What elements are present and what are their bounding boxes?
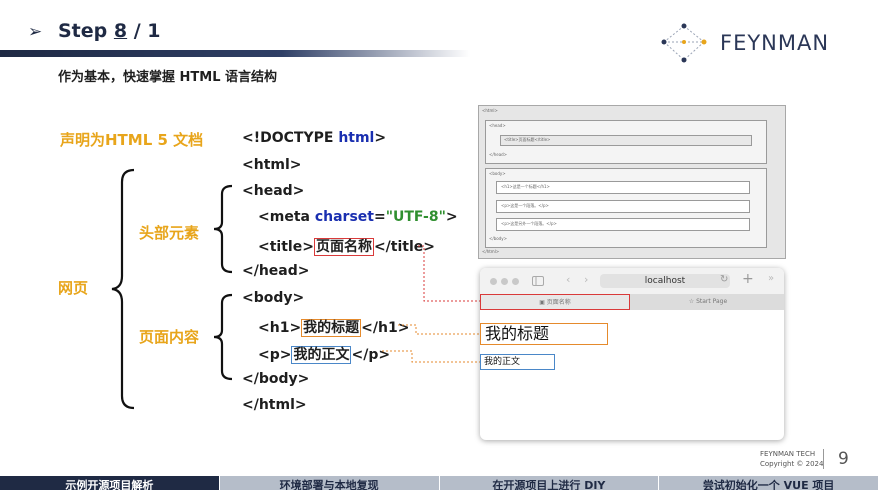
window-close-icon[interactable] [490, 278, 497, 285]
window-minimize-icon[interactable] [501, 278, 508, 285]
tab-page-title[interactable]: ▣ 页面名称 [480, 294, 630, 310]
mini-p1-box: <p>这是一个段落。</p> [496, 200, 750, 213]
mini-head: <head> [489, 123, 506, 128]
section-nav: 示例开源项目解析 环境部署与本地复现 在开源项目上进行 DIY 尝试初始化一个 … [0, 476, 879, 490]
mini-html: <html> [482, 108, 498, 113]
mini-title: <title>页面标题</title> [504, 137, 551, 142]
mini-html-end: </html> [482, 249, 500, 254]
tab-label: 页面名称 [546, 299, 571, 306]
nav-item-deploy[interactable]: 环境部署与本地复现 [219, 476, 440, 490]
sidebar-icon[interactable] [532, 276, 544, 286]
nav-item-vue[interactable]: 尝试初始化一个 VUE 项目 [659, 476, 879, 490]
nav-item-open-source[interactable]: 示例开源项目解析 [0, 476, 220, 490]
browser-window: ‹ › localhost ↻ + » ▣ 页面名称 ☆ Start Page … [480, 268, 784, 440]
footer-divider [823, 449, 824, 469]
tab-strip: ▣ 页面名称 ☆ Start Page [480, 294, 784, 310]
dom-structure-preview: <html> <head> <title>页面标题</title> </head… [478, 105, 786, 259]
reload-icon[interactable]: ↻ [720, 274, 728, 285]
mini-h1: <h1>这是一个标题</h1> [501, 184, 550, 189]
page-number: 9 [838, 449, 849, 469]
mini-h1-box: <h1>这是一个标题</h1> [496, 181, 750, 194]
mini-p2: <p>这是另外一个段落。</p> [501, 221, 557, 226]
tab-label: Start Page [696, 298, 728, 305]
forward-icon[interactable]: › [584, 273, 588, 286]
mini-body-box: <body> <h1>这是一个标题</h1> <p>这是一个段落。</p> <p… [485, 168, 767, 248]
nav-item-diy[interactable]: 在开源项目上进行 DIY [439, 476, 660, 490]
mini-body-end: </body> [489, 236, 507, 241]
mini-body: <body> [489, 171, 506, 176]
rendered-h1: 我的标题 [480, 323, 608, 345]
more-tabs-icon[interactable]: » [768, 273, 774, 284]
footer-company: FEYNMAN TECH [760, 450, 816, 458]
mini-p2-box: <p>这是另外一个段落。</p> [496, 218, 750, 231]
browser-toolbar: ‹ › localhost ↻ + » [480, 268, 784, 295]
url-bar[interactable]: localhost [600, 274, 730, 288]
star-icon: ☆ [688, 298, 697, 305]
mini-head-box: <head> <title>页面标题</title> </head> [485, 120, 767, 164]
new-tab-icon[interactable]: + [742, 271, 754, 287]
mini-head-end: </head> [489, 152, 508, 157]
mini-title-box: <title>页面标题</title> [500, 135, 752, 146]
back-icon[interactable]: ‹ [566, 273, 570, 286]
mini-p1: <p>这是一个段落。</p> [501, 203, 549, 208]
window-zoom-icon[interactable] [512, 278, 519, 285]
rendered-paragraph: 我的正文 [480, 354, 555, 370]
page-icon: ▣ [539, 299, 547, 306]
footer-copyright: Copyright © 2024 [760, 460, 824, 468]
tab-start-page[interactable]: ☆ Start Page [632, 294, 784, 310]
